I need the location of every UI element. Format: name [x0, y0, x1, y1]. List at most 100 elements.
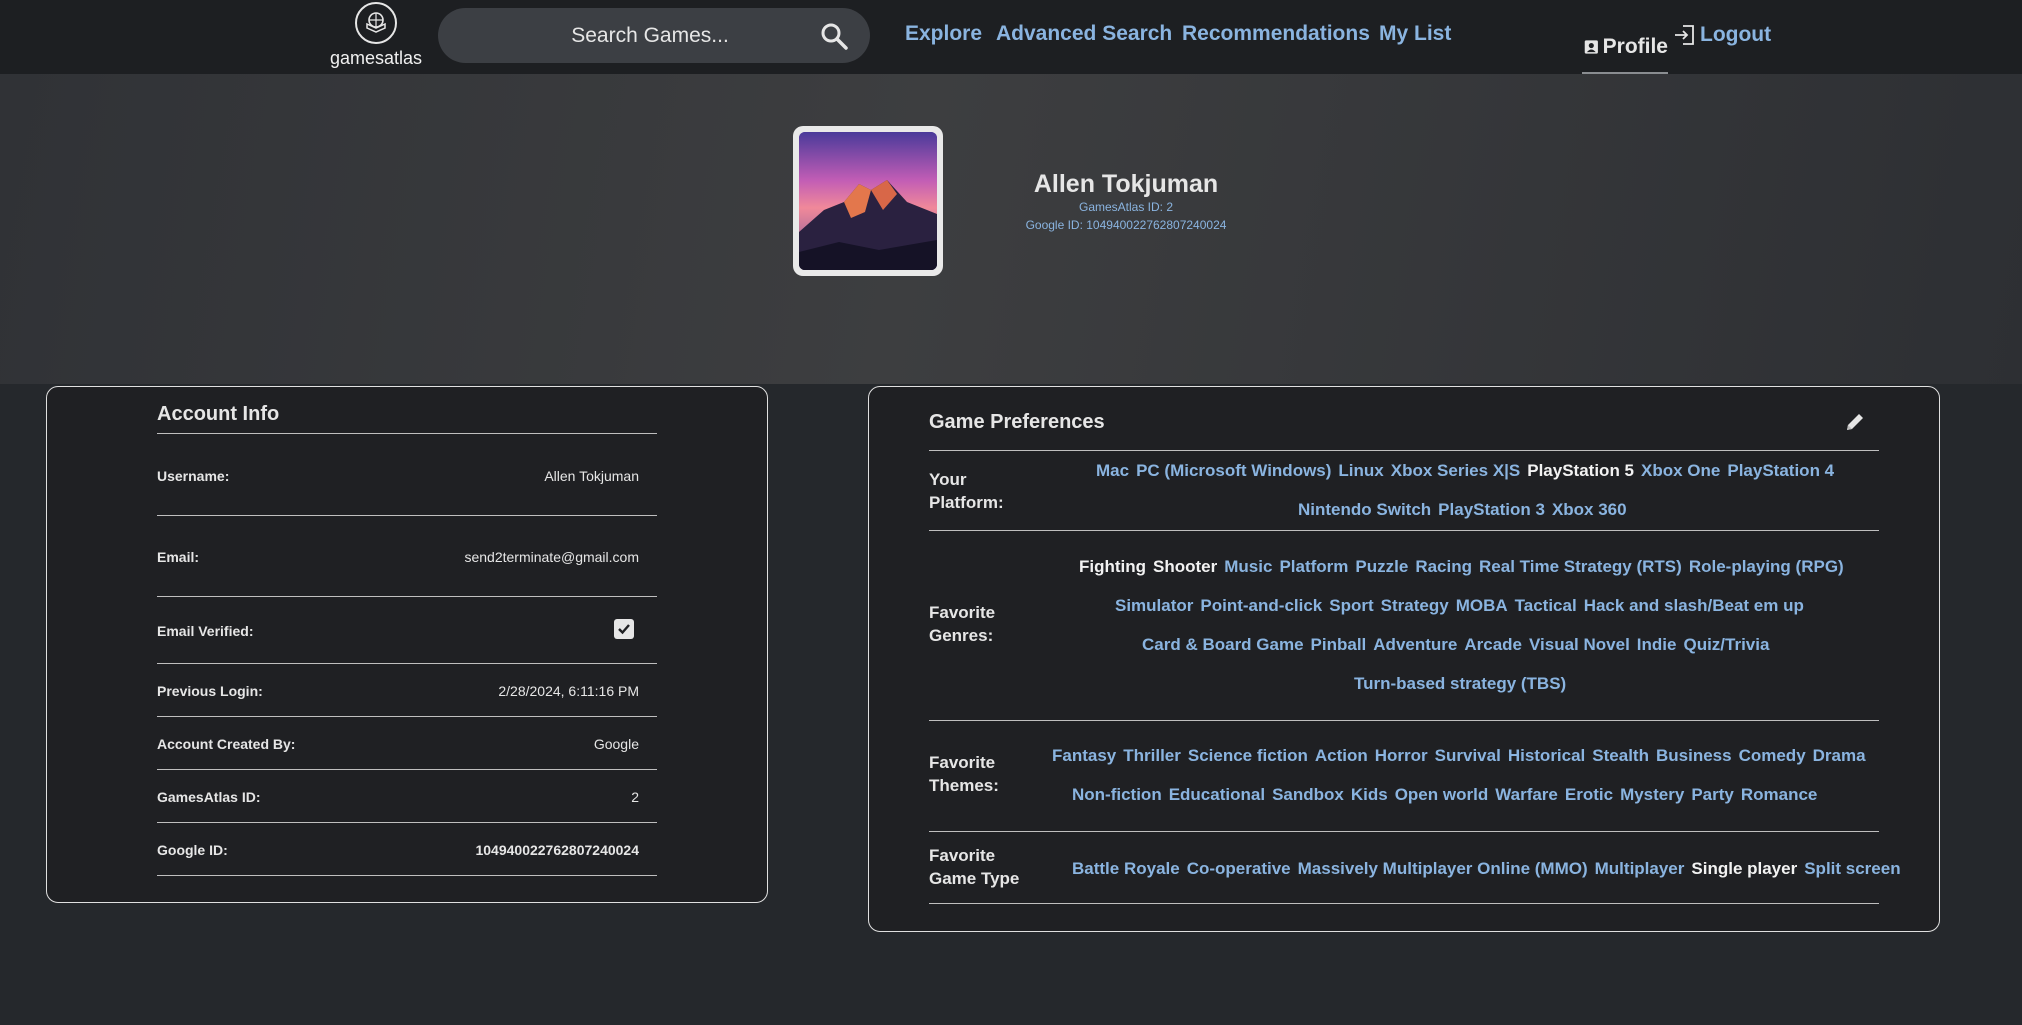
themes-label-line: Themes: — [929, 776, 999, 795]
genres-label: Favorite Genres: — [929, 601, 995, 647]
preference-tag[interactable]: Indie — [1637, 635, 1677, 654]
google-id-label: Google ID: — [157, 842, 228, 858]
divider — [157, 769, 657, 770]
gametype-label-line: Favorite — [929, 846, 996, 865]
preference-tag[interactable]: Science fiction — [1188, 746, 1308, 765]
preference-tag[interactable]: Erotic — [1565, 785, 1613, 804]
preference-tag[interactable]: Kids — [1351, 785, 1388, 804]
preference-tag[interactable]: PlayStation 4 — [1727, 461, 1834, 480]
avatar-image — [799, 132, 937, 270]
nav-logout-link[interactable]: Logout — [1674, 23, 1771, 47]
preference-tag[interactable]: Single player — [1691, 859, 1797, 878]
preference-tag[interactable]: Comedy — [1739, 746, 1806, 765]
preference-tag[interactable]: Linux — [1338, 461, 1383, 480]
preference-tag[interactable]: Massively Multiplayer Online (MMO) — [1298, 859, 1588, 878]
preference-tag[interactable]: Pinball — [1311, 635, 1367, 654]
username-label: Username: — [157, 468, 230, 484]
search-icon[interactable] — [820, 22, 848, 50]
nav-my-list-link[interactable]: My List — [1379, 22, 1451, 46]
themes-label: Favorite Themes: — [929, 751, 999, 797]
preference-tag[interactable]: Xbox 360 — [1552, 500, 1627, 519]
preference-tag[interactable]: Turn-based strategy (TBS) — [1354, 674, 1566, 693]
genres-label-line: Favorite — [929, 603, 996, 622]
preference-tag[interactable]: Quiz/Trivia — [1683, 635, 1769, 654]
search-bar — [438, 8, 870, 63]
preference-tag[interactable]: Stealth — [1592, 746, 1649, 765]
preference-tag[interactable]: Open world — [1395, 785, 1489, 804]
preference-tag[interactable]: Horror — [1375, 746, 1428, 765]
gamesatlas-logo[interactable]: gamesatlas — [328, 2, 424, 70]
username-value: Allen Tokjuman — [544, 468, 639, 484]
preference-tag[interactable]: Educational — [1169, 785, 1265, 804]
globe-book-icon — [355, 2, 397, 44]
preference-tag[interactable]: Split screen — [1804, 859, 1900, 878]
preference-tag[interactable]: Sport — [1329, 596, 1373, 615]
pencil-edit-icon[interactable] — [1844, 411, 1866, 433]
preference-tag[interactable]: Mac — [1096, 461, 1129, 480]
preference-tag[interactable]: Strategy — [1381, 596, 1449, 615]
preference-tag[interactable]: Action — [1315, 746, 1368, 765]
preference-tag[interactable]: Simulator — [1115, 596, 1193, 615]
preference-tag[interactable]: Non-fiction — [1072, 785, 1162, 804]
preference-tag[interactable]: PlayStation 3 — [1438, 500, 1545, 519]
preference-tag[interactable]: Card & Board Game — [1142, 635, 1304, 654]
nav-profile-tab[interactable]: Profile — [1582, 0, 1668, 74]
preference-tag[interactable]: Co-operative — [1187, 859, 1291, 878]
preference-tag[interactable]: Tactical — [1515, 596, 1577, 615]
preference-tag[interactable]: Shooter — [1153, 557, 1217, 576]
account-info-title: Account Info — [157, 403, 280, 425]
preference-tag[interactable]: Xbox Series X|S — [1391, 461, 1520, 480]
genre-tags-row: Turn-based strategy (TBS) — [1354, 674, 1573, 694]
preference-tag[interactable]: Puzzle — [1355, 557, 1408, 576]
preference-tag[interactable]: Warfare — [1495, 785, 1558, 804]
gamesatlas-id-value: 2 — [631, 789, 639, 805]
preference-tag[interactable]: Point-and-click — [1200, 596, 1322, 615]
preference-tag[interactable]: Historical — [1508, 746, 1585, 765]
top-navbar: gamesatlas Explore Advanced Search Recom… — [0, 0, 2022, 74]
preference-tag[interactable]: Mystery — [1620, 785, 1684, 804]
nav-advanced-search-link[interactable]: Advanced Search — [996, 22, 1172, 46]
account-created-by-label: Account Created By: — [157, 736, 296, 752]
platform-label-line: Your — [929, 470, 967, 489]
preference-tag[interactable]: Adventure — [1373, 635, 1457, 654]
preference-tag[interactable]: Business — [1656, 746, 1732, 765]
genre-tags-row: Card & Board Game Pinball Adventure Arcade V… — [1142, 635, 1776, 655]
preference-tag[interactable]: Party — [1691, 785, 1734, 804]
preference-tag[interactable]: Battle Royale — [1072, 859, 1180, 878]
preference-tag[interactable]: Hack and slash/Beat em up — [1584, 596, 1804, 615]
preference-tag[interactable]: Racing — [1415, 557, 1472, 576]
preference-tag[interactable]: PC (Microsoft Windows) — [1136, 461, 1331, 480]
genre-tags-row: Fighting Shooter Music Platform Puzzle Racing… — [1079, 557, 1851, 577]
preference-tag[interactable]: Arcade — [1464, 635, 1522, 654]
divider — [929, 530, 1879, 531]
divider — [157, 875, 657, 876]
email-verified-checkbox — [614, 619, 634, 639]
gametype-label-line: Game Type — [929, 869, 1020, 888]
genres-label-line: Genres: — [929, 626, 994, 645]
gametype-tags-row: Battle Royale Co-operative Massively Multi… — [1072, 859, 1908, 879]
preference-tag[interactable]: Survival — [1435, 746, 1501, 765]
preference-tag[interactable]: Music — [1224, 557, 1272, 576]
preference-tag[interactable]: Romance — [1741, 785, 1818, 804]
preference-tag[interactable]: Xbox One — [1641, 461, 1720, 480]
preference-tag[interactable]: Thriller — [1123, 746, 1181, 765]
checkmark-icon — [618, 624, 630, 635]
preference-tag[interactable]: MOBA — [1456, 596, 1508, 615]
preference-tag[interactable]: Nintendo Switch — [1298, 500, 1431, 519]
preference-tag[interactable]: Real Time Strategy (RTS) — [1479, 557, 1682, 576]
nav-recommendations-link[interactable]: Recommendations — [1182, 22, 1370, 46]
preference-tag[interactable]: Fighting — [1079, 557, 1146, 576]
preference-tag[interactable]: Fantasy — [1052, 746, 1116, 765]
preference-tag[interactable]: PlayStation 5 — [1527, 461, 1634, 480]
preference-tag[interactable]: Drama — [1813, 746, 1866, 765]
preference-tag[interactable]: Role-playing (RPG) — [1689, 557, 1844, 576]
search-input[interactable] — [438, 8, 818, 63]
platform-label: Your Platform: — [929, 468, 1004, 514]
nav-explore-link[interactable]: Explore — [905, 22, 982, 46]
preference-tag[interactable]: Visual Novel — [1529, 635, 1630, 654]
preference-tag[interactable]: Sandbox — [1272, 785, 1344, 804]
preference-tag[interactable]: Platform — [1279, 557, 1348, 576]
preference-tag[interactable]: Multiplayer — [1595, 859, 1685, 878]
email-label: Email: — [157, 549, 200, 565]
genre-tags-row: Simulator Point-and-click Sport Strategy MOB… — [1115, 596, 1811, 616]
